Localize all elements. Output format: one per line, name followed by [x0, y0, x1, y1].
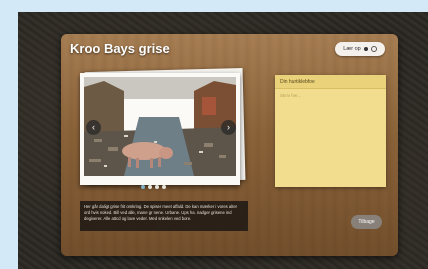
previous-photo-button[interactable]: ‹ [86, 120, 101, 135]
note-heading: Din hurtiklebfoe [275, 75, 386, 89]
chevron-right-icon: › [227, 122, 230, 132]
carousel-dot[interactable] [148, 185, 152, 189]
photo-frame [80, 73, 240, 185]
speaker-icon [363, 47, 368, 51]
chevron-left-icon: ‹ [92, 122, 95, 132]
settings-icon [370, 46, 377, 52]
carousel-dot[interactable] [155, 185, 159, 189]
pig-photo [84, 77, 236, 176]
carousel-dot[interactable] [162, 185, 166, 189]
next-photo-button[interactable]: › [221, 120, 236, 135]
note-text-field[interactable]: Skriv her... [275, 89, 386, 102]
photo-caption: Her går daligt grise frit omkring. De sp… [80, 201, 248, 231]
read-aloud-button[interactable]: Lær op [335, 42, 385, 56]
page-title: Kroo Bays grise [70, 41, 170, 56]
carousel-dots [141, 185, 166, 189]
read-aloud-label: Lær op [343, 46, 361, 52]
carousel-dot[interactable] [141, 185, 145, 189]
sticky-note[interactable]: Din hurtiklebfoe Skriv her... [275, 75, 386, 187]
back-button[interactable]: Tilbage [351, 215, 382, 229]
